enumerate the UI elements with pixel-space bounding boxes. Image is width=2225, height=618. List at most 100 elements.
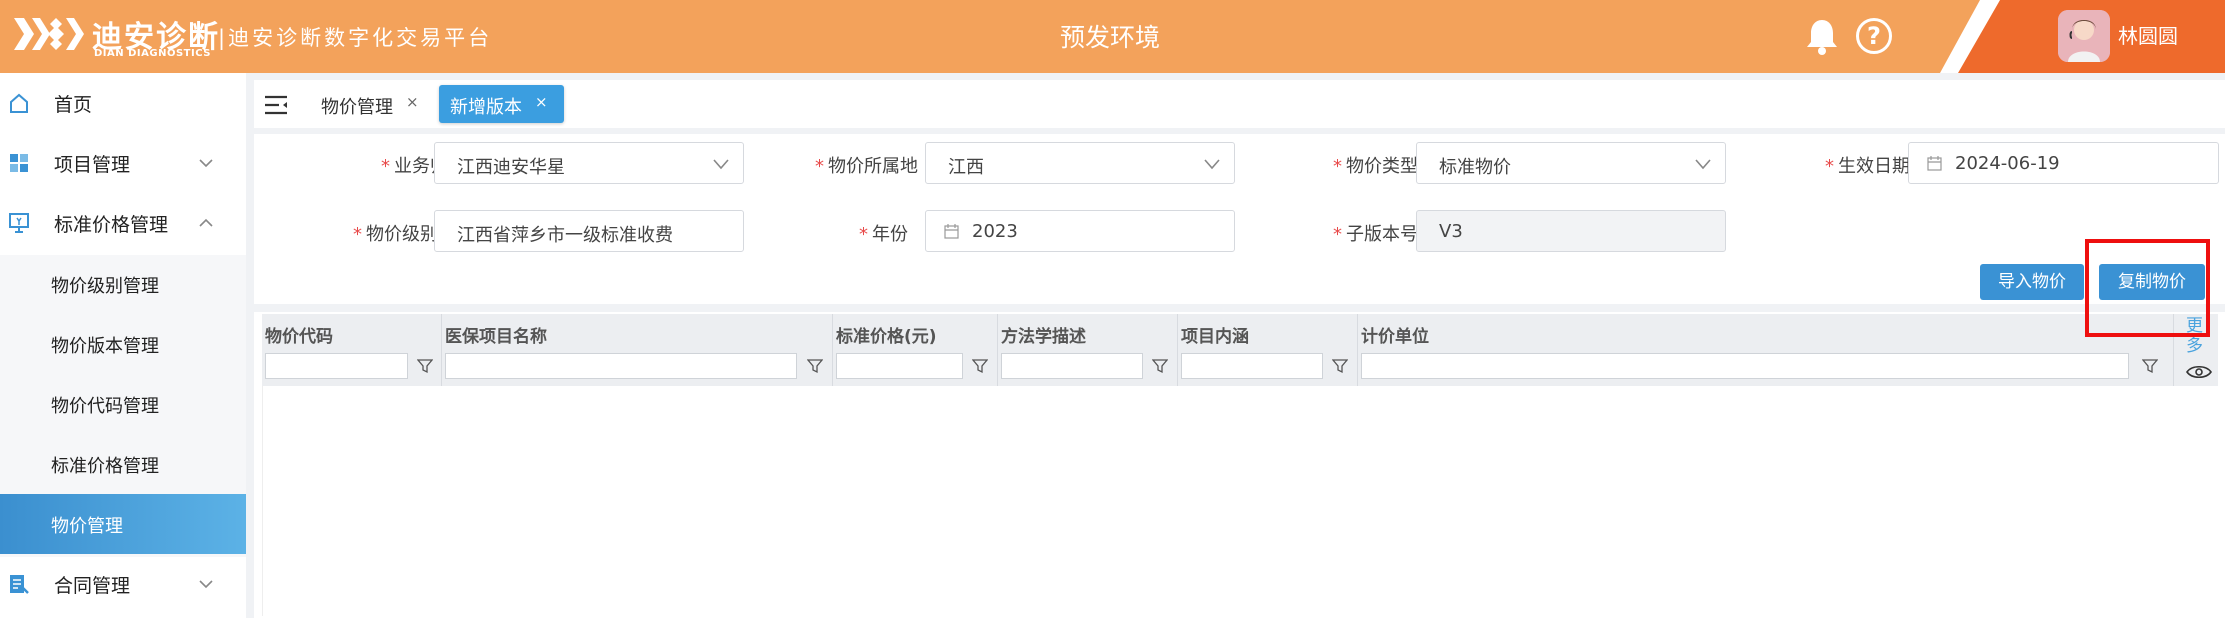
column-insurance-name: 医保项目名称 — [442, 314, 833, 386]
sidebar-item-standard-price[interactable]: 标准价格管理 — [0, 193, 246, 253]
price-type-select[interactable]: 标准物价 — [1416, 142, 1726, 184]
version-form: * 业务归属 江西迪安华星 * 物价所属地 江西 * 物价类型 标准物价 * 生效日期 … — [254, 134, 2225, 304]
column-connotation: 项目内涵 — [1178, 314, 1358, 386]
column-filter-input[interactable] — [836, 353, 963, 379]
region-label: * 物价所属地 — [815, 156, 918, 177]
platform-title: |迪安诊断数字化交易平台 — [218, 26, 493, 50]
filter-icon[interactable] — [417, 358, 433, 374]
sidebar-subitem-standard-price[interactable]: 标准价格管理 — [0, 434, 246, 494]
sidebar-subitem-label: 物价代码管理 — [51, 396, 159, 417]
tab-label: 物价管理 — [321, 97, 393, 118]
column-standard-price: 标准价格(元) — [833, 314, 998, 386]
chevron-down-icon — [713, 159, 729, 170]
brand-name-en: DIAN DIAGNOSTICS — [94, 48, 211, 59]
filter-icon[interactable] — [2142, 358, 2158, 374]
top-header: 迪安诊断 DIAN DIAGNOSTICS |迪安诊断数字化交易平台 预发环境 … — [0, 0, 2225, 73]
sidebar: 首页 项目管理 标准价格管理 物价级别管理 物价版本管理 物价代码管理 标准价格… — [0, 73, 246, 618]
column-header-label: 项目内涵 — [1181, 327, 1249, 347]
sidebar-item-projects[interactable]: 项目管理 — [0, 133, 246, 193]
menu-toggle-icon[interactable] — [264, 94, 288, 116]
bell-icon[interactable] — [1804, 16, 1840, 56]
calendar-icon — [944, 224, 959, 239]
tab-bar: 物价管理 × 新增版本 × — [254, 80, 2225, 128]
sidebar-subitem-label: 物价版本管理 — [51, 336, 159, 357]
column-header-label: 标准价格(元) — [836, 327, 937, 347]
brand-logo[interactable]: 迪安诊断 DIAN DIAGNOSTICS — [12, 12, 218, 60]
column-price-code: 物价代码 — [262, 314, 442, 386]
column-filter-input[interactable] — [265, 353, 408, 379]
monitor-icon — [9, 213, 29, 233]
region-value: 江西 — [948, 157, 984, 178]
column-unit: 计价单位 — [1358, 314, 2174, 386]
tab-close-icon[interactable]: × — [406, 93, 419, 111]
logo-mark-icon — [14, 18, 84, 50]
column-filter-input[interactable] — [1361, 353, 2129, 379]
chevron-down-icon — [1204, 159, 1220, 170]
business-select[interactable]: 江西迪安华星 — [434, 142, 744, 184]
sub-version-label: * 子版本号 — [1333, 224, 1418, 245]
chevron-down-icon — [1695, 159, 1711, 170]
sidebar-subitem-label: 物价级别管理 — [51, 276, 159, 297]
sidebar-item-label: 项目管理 — [54, 154, 131, 176]
calendar-icon — [1927, 156, 1942, 171]
table-body — [262, 386, 2218, 616]
chevron-up-icon — [199, 218, 213, 227]
sidebar-subitem-label: 标准价格管理 — [51, 456, 159, 477]
filter-icon[interactable] — [807, 358, 823, 374]
filter-icon[interactable] — [1332, 358, 1348, 374]
region-select[interactable]: 江西 — [925, 142, 1235, 184]
column-filter-input[interactable] — [445, 353, 797, 379]
year-picker[interactable]: 2023 — [925, 210, 1235, 252]
sidebar-item-label: 合同管理 — [54, 575, 131, 597]
sidebar-subitem-label: 物价管理 — [51, 516, 123, 537]
filter-icon[interactable] — [1152, 358, 1168, 374]
sidebar-subitem-price-management[interactable]: 物价管理 — [0, 494, 246, 554]
business-value: 江西迪安华星 — [457, 157, 565, 178]
price-table: 物价代码 医保项目名称 标准价格(元) 方法学描述 项目内涵 计价单位 更多 — [254, 312, 2225, 618]
column-method: 方法学描述 — [998, 314, 1178, 386]
avatar-image-icon — [2058, 10, 2110, 62]
effective-date-label: * 生效日期 — [1825, 156, 1910, 177]
level-name-input[interactable]: 江西省萍乡市一级标准收费 — [434, 210, 744, 252]
username[interactable]: 林圆圆 — [2118, 20, 2178, 49]
tab-close-icon[interactable]: × — [535, 93, 548, 111]
avatar[interactable] — [2058, 10, 2110, 62]
environment-label: 预发环境 — [1059, 23, 1160, 52]
sidebar-item-label: 首页 — [54, 94, 93, 116]
sidebar-subitem-price-code[interactable]: 物价代码管理 — [0, 374, 246, 434]
price-type-label: * 物价类型 — [1333, 156, 1418, 177]
main-content: 物价管理 × 新增版本 × * 业务归属 江西迪安华星 * 物价所属地 江西 * 物价… — [254, 80, 2225, 618]
chevron-down-icon — [199, 159, 213, 168]
home-icon — [10, 93, 28, 113]
sub-version-value: V3 — [1439, 221, 1463, 242]
year-label: * 年份 — [859, 224, 908, 245]
sidebar-item-label: 标准价格管理 — [54, 214, 169, 236]
grid-icon — [10, 154, 28, 172]
effective-date-value: 2024-06-19 — [1955, 153, 2060, 174]
import-price-button[interactable]: 导入物价 — [1980, 264, 2084, 300]
sidebar-item-contracts[interactable]: 合同管理 — [0, 554, 246, 614]
column-filter-input[interactable] — [1181, 353, 1323, 379]
tab-price-management[interactable]: 物价管理 × — [309, 85, 429, 123]
tab-label: 新增版本 — [450, 97, 522, 118]
column-header-label: 方法学描述 — [1001, 327, 1086, 347]
column-header-label: 计价单位 — [1361, 327, 1429, 347]
sidebar-item-home[interactable]: 首页 — [0, 73, 246, 133]
level-name-value: 江西省萍乡市一级标准收费 — [457, 225, 673, 246]
sub-version-input[interactable]: V3 — [1416, 210, 1726, 252]
price-type-value: 标准物价 — [1439, 157, 1511, 178]
table-header: 物价代码 医保项目名称 标准价格(元) 方法学描述 项目内涵 计价单位 更多 — [262, 314, 2218, 386]
help-icon[interactable]: ? — [1856, 18, 1892, 54]
column-filter-input[interactable] — [1001, 353, 1143, 379]
column-header-label: 物价代码 — [265, 327, 333, 347]
year-value: 2023 — [972, 221, 1018, 242]
highlight-annotation — [2085, 239, 2210, 337]
chevron-down-icon — [199, 580, 213, 589]
sidebar-subitem-price-version[interactable]: 物价版本管理 — [0, 314, 246, 374]
tab-add-version[interactable]: 新增版本 × — [439, 85, 564, 123]
column-header-label: 医保项目名称 — [445, 327, 547, 347]
eye-icon[interactable] — [2186, 364, 2212, 380]
effective-date-picker[interactable]: 2024-06-19 — [1908, 142, 2219, 184]
filter-icon[interactable] — [972, 358, 988, 374]
sidebar-subitem-price-level[interactable]: 物价级别管理 — [0, 254, 246, 314]
